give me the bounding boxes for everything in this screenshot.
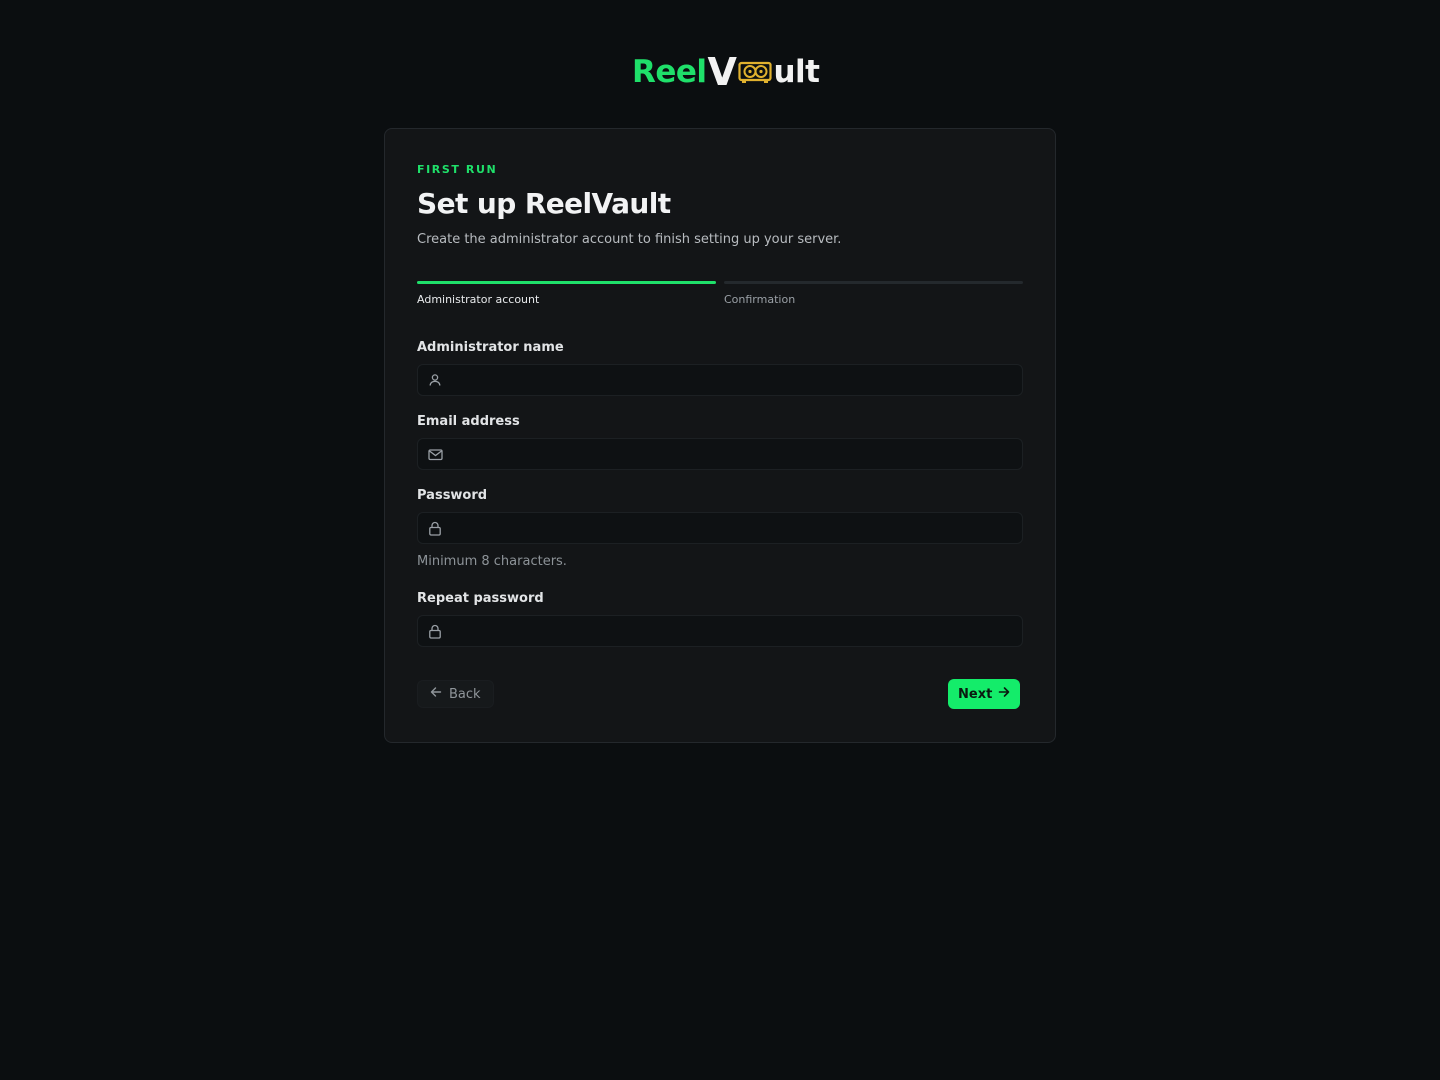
step-label: Confirmation	[724, 293, 796, 306]
setup-stepper: Administrator account Confirmation	[417, 281, 1023, 311]
lock-icon	[418, 624, 452, 639]
repeat-password-input[interactable]	[452, 616, 1022, 646]
step-progress-bar	[417, 281, 716, 284]
mail-icon	[418, 448, 452, 461]
logo-text-reel: Reel	[632, 53, 707, 90]
step-progress-bar	[724, 281, 1023, 284]
logo-text-ult: ult	[773, 53, 820, 90]
admin-name-label: Administrator name	[417, 340, 564, 355]
step-confirmation: Confirmation	[724, 281, 1023, 306]
password-hint: Minimum 8 characters.	[417, 554, 567, 569]
password-label: Password	[417, 488, 488, 503]
app-logo: Reel V ult	[632, 50, 820, 94]
arrow-right-icon	[998, 686, 1010, 702]
user-icon	[418, 373, 452, 387]
repeat-password-label: Repeat password	[417, 591, 544, 606]
setup-card: FIRST RUN Set up ReelVault Create the ad…	[384, 128, 1056, 743]
arrow-left-icon	[430, 686, 442, 702]
admin-name-field[interactable]	[417, 364, 1023, 396]
film-reel-icon	[738, 61, 773, 83]
password-field[interactable]	[417, 512, 1023, 544]
lock-icon	[418, 521, 452, 536]
next-button[interactable]: Next	[948, 679, 1021, 709]
password-input[interactable]	[452, 513, 1022, 543]
email-field[interactable]	[417, 438, 1023, 470]
step-label: Administrator account	[417, 293, 540, 306]
back-button-label: Back	[449, 686, 481, 702]
page-title: Set up ReelVault	[417, 187, 671, 220]
email-label: Email address	[417, 414, 520, 429]
page-subtitle: Create the administrator account to fini…	[417, 232, 842, 247]
back-button[interactable]: Back	[417, 680, 494, 708]
logo-text-v: V	[707, 50, 737, 94]
eyebrow-label: FIRST RUN	[417, 163, 498, 176]
repeat-password-field[interactable]	[417, 615, 1023, 647]
step-administrator-account: Administrator account	[417, 281, 716, 306]
next-button-label: Next	[958, 686, 993, 702]
admin-name-input[interactable]	[452, 365, 1022, 395]
email-input[interactable]	[452, 439, 1022, 469]
